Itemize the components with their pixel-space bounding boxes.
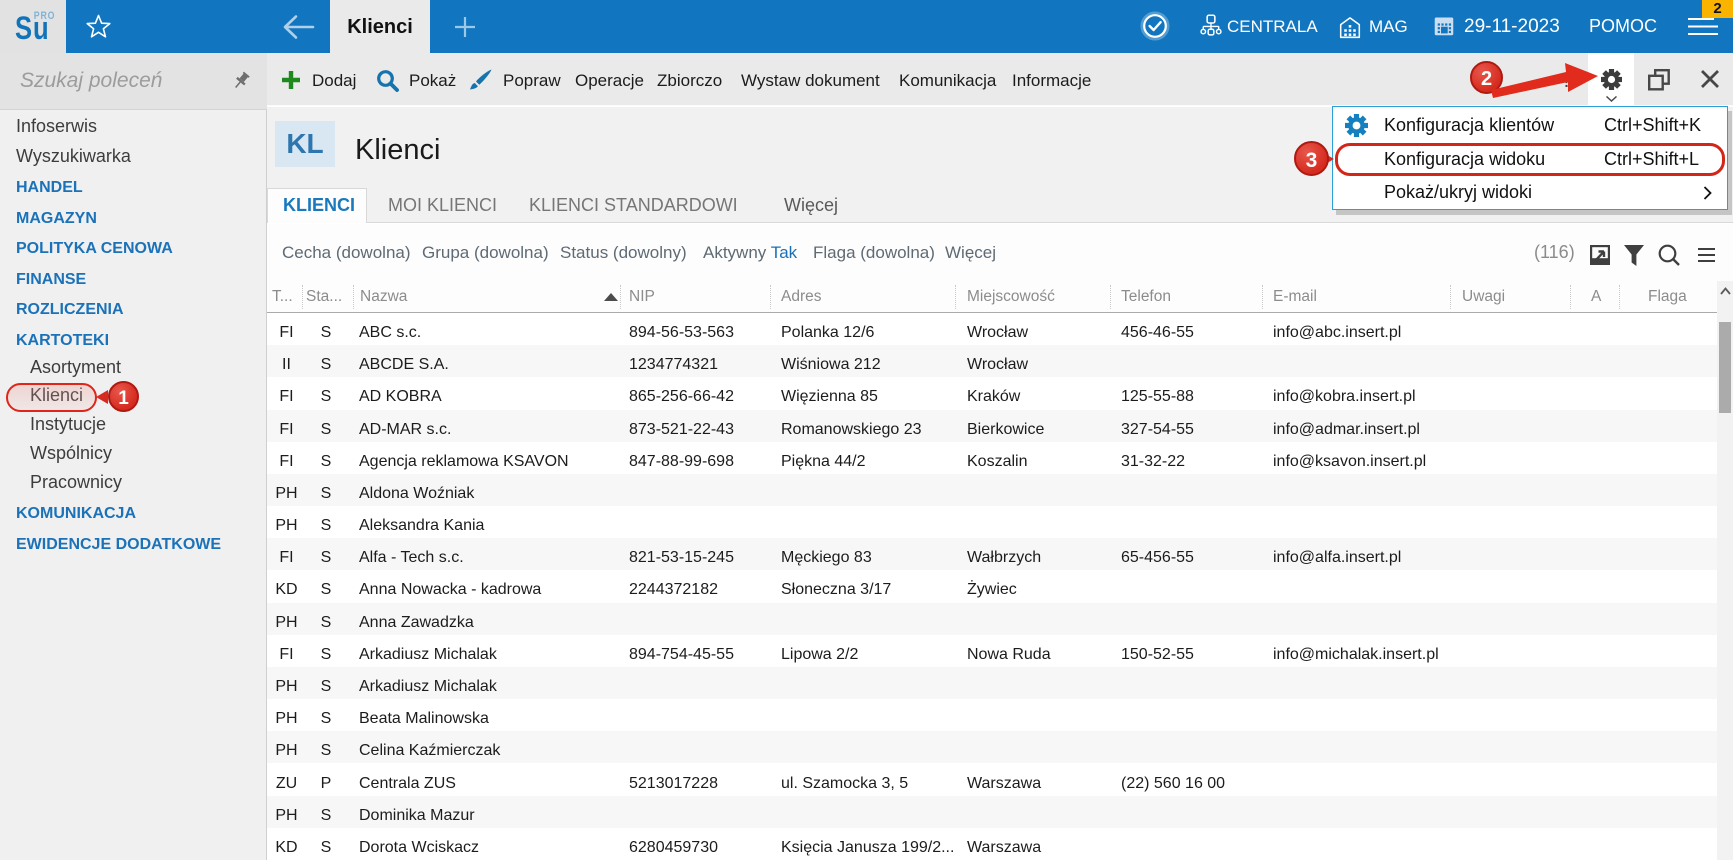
svg-text:PRO: PRO (34, 10, 55, 22)
svg-text:S: S (15, 11, 32, 46)
